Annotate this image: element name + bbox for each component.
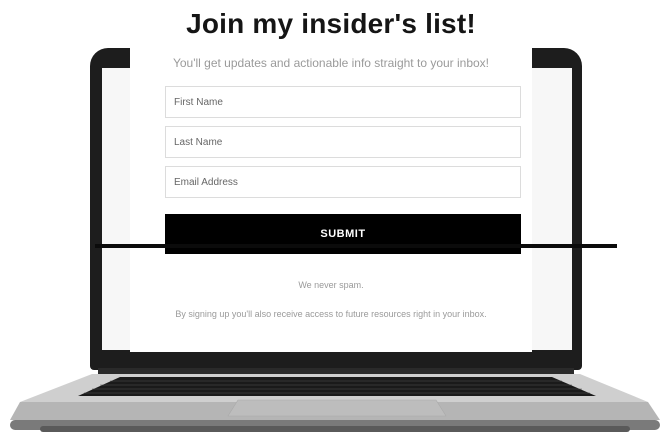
horizontal-divider xyxy=(95,244,617,248)
signup-form: You'll get updates and actionable info s… xyxy=(130,40,532,352)
email-input[interactable] xyxy=(165,166,521,198)
last-name-input[interactable] xyxy=(165,126,521,158)
no-spam-text: We never spam. xyxy=(298,280,364,290)
subtitle: You'll get updates and actionable info s… xyxy=(172,56,490,70)
first-name-input[interactable] xyxy=(165,86,521,118)
resources-note: By signing up you'll also receive access… xyxy=(175,309,487,319)
submit-button[interactable]: SUBMIT xyxy=(165,214,521,254)
page-title: Join my insider's list! xyxy=(186,8,476,39)
